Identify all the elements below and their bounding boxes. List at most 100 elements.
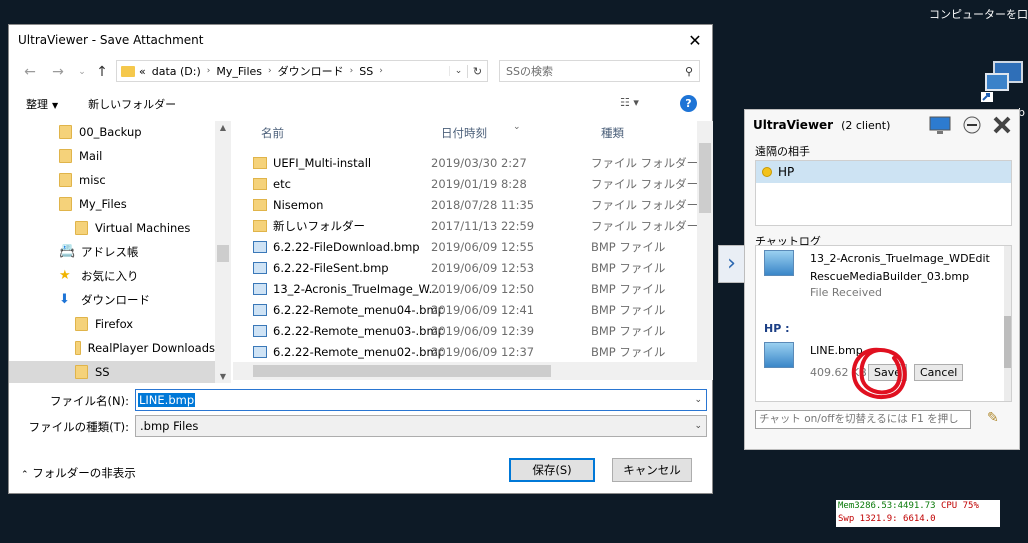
breadcrumb-chevron-icon[interactable]: › — [268, 66, 272, 76]
file-date: 2019/06/09 12:41 — [431, 302, 535, 317]
tree-item[interactable]: 00_Backup — [9, 121, 215, 143]
up-arrow-icon[interactable]: ↑ — [91, 62, 113, 82]
breadcrumb-segment[interactable]: ダウンロード — [278, 63, 344, 79]
file-list-scrollbar-thumb[interactable] — [699, 143, 711, 213]
tree-item[interactable]: Firefox — [9, 313, 215, 335]
desktop-computer-label[interactable]: コンピューターを口 — [929, 6, 1028, 22]
chevron-down-icon[interactable]: ⌄ — [694, 395, 702, 405]
tree-item-label: Virtual Machines — [95, 221, 191, 235]
filename-input[interactable]: LINE.bmp ⌄ — [135, 389, 707, 411]
back-arrow-icon[interactable]: ← — [19, 62, 41, 82]
folder-icon — [253, 177, 267, 190]
file-date: 2018/07/28 11:35 — [431, 197, 535, 212]
scroll-down-icon[interactable]: ▼ — [215, 372, 231, 381]
file-row[interactable]: UEFI_Multi-install 2019/03/30 2:27 ファイル フォ… — [253, 152, 708, 173]
chat-input[interactable]: チャット on/offを切替えるには F1 を押し — [755, 410, 971, 429]
chat-sender: HP : — [764, 322, 790, 335]
file-list-hscrollbar[interactable] — [233, 362, 713, 380]
breadcrumb-segment[interactable]: SS — [359, 65, 373, 78]
tree-item[interactable]: ★ お気に入り — [9, 265, 215, 287]
scroll-up-icon[interactable]: ▲ — [215, 123, 231, 132]
breadcrumb-segment[interactable]: My_Files — [216, 65, 262, 78]
tree-item[interactable]: 📇 アドレス帳 — [9, 241, 215, 263]
tree-item[interactable]: My_Files — [9, 193, 215, 215]
search-input[interactable]: SSの検索 ⚲ — [499, 60, 700, 82]
tree-item-label: アドレス帳 — [81, 245, 139, 259]
filetype-select[interactable]: .bmp Files ⌄ — [135, 415, 707, 437]
folder-icon — [75, 365, 88, 379]
new-folder-button[interactable]: 新しいフォルダー — [88, 96, 176, 112]
address-path: « data (D:) › My_Files › ダウンロード › SS › — [139, 63, 389, 79]
breadcrumb-chevron-icon[interactable]: › — [350, 66, 354, 76]
file-type: ファイル フォルダー — [591, 218, 699, 233]
view-icon[interactable]: ☷ ▾ — [620, 96, 639, 109]
filetype-label: ファイルの種類(T): — [28, 420, 129, 434]
file-type: BMP ファイル — [591, 302, 666, 317]
file-date: 2019/06/09 12:53 — [431, 260, 535, 275]
file-row[interactable]: Nisemon 2018/07/28 11:35 ファイル フォルダー — [253, 194, 708, 215]
filetype-row: ファイルの種類(T): .bmp Files ⌄ — [9, 415, 714, 439]
tree-item[interactable]: Mail — [9, 145, 215, 167]
breadcrumb-chevron-icon[interactable]: › — [207, 66, 211, 76]
file-row[interactable]: 13_2-Acronis_TrueImage_W... 2019/06/09 12… — [253, 278, 708, 299]
paperclip-icon[interactable]: ✎ — [987, 410, 999, 426]
file-date: 2017/11/13 22:59 — [431, 218, 535, 233]
computer-icon[interactable] — [978, 56, 1028, 104]
chevron-down-icon[interactable]: ⌄ — [694, 421, 702, 431]
breadcrumb-chevron-icon[interactable]: › — [379, 66, 383, 76]
tree-item[interactable]: Virtual Machines — [9, 217, 215, 239]
partner-item-hp[interactable]: HP — [756, 161, 1011, 183]
expand-panel-icon[interactable]: › — [718, 245, 744, 283]
address-bar[interactable]: « data (D:) › My_Files › ダウンロード › SS › ⌄ ↻ — [116, 60, 488, 82]
tree-item-label: 00_Backup — [79, 125, 142, 139]
image-file-icon — [253, 282, 267, 295]
file-row[interactable]: 新しいフォルダー 2017/11/13 22:59 ファイル フォルダー — [253, 215, 708, 236]
folder-icon — [253, 198, 267, 211]
help-icon[interactable]: ? — [680, 95, 697, 112]
organize-button[interactable]: 整理 ▼ — [26, 96, 58, 112]
file-type: ファイル フォルダー — [591, 155, 699, 170]
chat-cancel-button[interactable]: Cancel — [914, 364, 964, 381]
hide-folders-toggle[interactable]: ⌃ フォルダーの非表示 — [21, 465, 136, 481]
chat-scrollbar[interactable] — [1004, 246, 1011, 401]
file-list-scrollbar[interactable] — [697, 121, 713, 363]
breadcrumb-segment[interactable]: « — [139, 65, 146, 78]
hscrollbar-thumb[interactable] — [253, 365, 551, 377]
refresh-icon[interactable]: ↻ — [467, 64, 487, 78]
monitor-icon[interactable] — [929, 115, 951, 135]
file-row[interactable]: 6.2.22-Remote_menu03-.bmp 2019/06/09 12:3… — [253, 320, 708, 341]
file1-name-b: RescueMediaBuilder_03.bmp — [810, 270, 970, 283]
file-name: Nisemon — [273, 197, 324, 212]
chevron-down-icon: ▼ — [52, 101, 59, 110]
column-name[interactable]: 名前 — [261, 121, 284, 145]
file-row[interactable]: 6.2.22-FileSent.bmp 2019/06/09 12:53 BMP フ… — [253, 257, 708, 278]
client-count: (2 client) — [841, 118, 891, 132]
tree-item[interactable]: RealPlayer Downloads — [9, 337, 215, 359]
tree-scrollbar-thumb[interactable] — [217, 245, 229, 262]
tree-item[interactable]: SS — [9, 361, 215, 383]
forward-arrow-icon[interactable]: → — [47, 62, 69, 82]
tree-item[interactable]: ⬇ ダウンロード — [9, 289, 215, 311]
column-date[interactable]: 日付時刻 — [441, 121, 487, 145]
status-dot-icon — [762, 167, 772, 177]
title-bar[interactable]: UltraViewer - Save Attachment ✕ — [9, 25, 712, 55]
file-row[interactable]: 6.2.22-FileDownload.bmp 2019/06/09 12:55 B… — [253, 236, 708, 257]
column-type[interactable]: 種類 — [601, 121, 624, 145]
file-row[interactable]: 6.2.22-Remote_menu04-.bmp 2019/06/09 12:4… — [253, 299, 708, 320]
save-button[interactable]: 保存(S) — [509, 458, 595, 482]
close-icon[interactable] — [991, 115, 1013, 135]
breadcrumb-segment[interactable]: data (D:) — [152, 65, 201, 78]
minimize-icon[interactable] — [961, 115, 983, 135]
folder-icon — [59, 197, 72, 211]
address-dropdown-icon[interactable]: ⌄ — [449, 66, 467, 76]
filename-value[interactable]: LINE.bmp — [138, 393, 196, 407]
chat-scrollbar-thumb[interactable] — [1004, 316, 1011, 368]
cancel-button[interactable]: キャンセル — [612, 458, 692, 482]
file-row[interactable]: etc 2019/01/19 8:28 ファイル フォルダー — [253, 173, 708, 194]
recent-chevron-icon[interactable]: ⌄ — [71, 62, 93, 82]
close-icon[interactable]: ✕ — [678, 25, 712, 55]
system-monitor: Mem3286.53:4491.73 CPU 75% Swp 1321.9: 6… — [836, 500, 1000, 527]
tree-item[interactable]: misc — [9, 169, 215, 191]
file-row[interactable]: 6.2.22-Remote_menu02-.bmp 2019/06/09 12:3… — [253, 341, 708, 362]
tree-scrollbar[interactable]: ▲ ▼ — [215, 121, 231, 383]
